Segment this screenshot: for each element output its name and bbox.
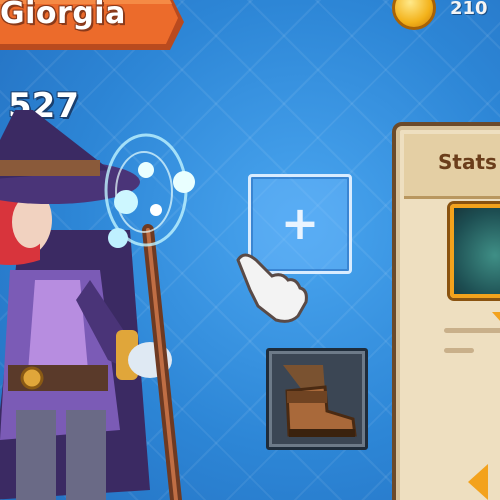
boots-equipment-slot[interactable] [266, 348, 368, 450]
game-scene: Giorgia 210 527 + Stats [0, 0, 500, 500]
player-name: Giorgia [0, 0, 126, 31]
stats-portrait-frame[interactable] [450, 204, 500, 298]
chevron-left-icon[interactable] [468, 464, 488, 500]
stat-divider [444, 328, 500, 333]
player-name-banner: Giorgia [0, 0, 190, 52]
magic-staff [104, 133, 195, 500]
stats-panel: Stats [392, 122, 500, 500]
coin-count: 210 [450, 0, 488, 19]
chevron-down-icon[interactable] [492, 312, 500, 322]
plus-icon: + [280, 196, 320, 251]
stats-title: Stats [438, 150, 497, 174]
stat-divider [444, 348, 474, 353]
boots-icon [283, 365, 357, 437]
pointing-hand-icon [236, 253, 308, 323]
